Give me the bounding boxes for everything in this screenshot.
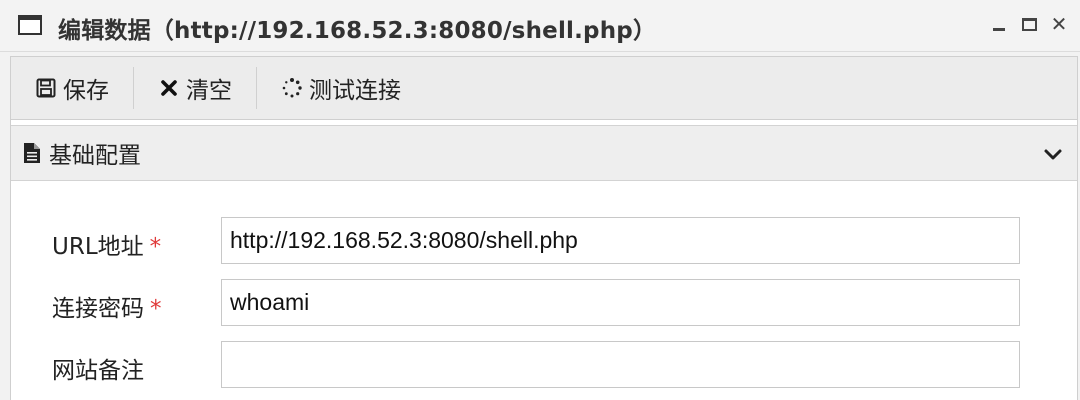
clear-label: 清空 — [186, 78, 232, 104]
note-label: 网站备注 — [52, 351, 144, 385]
save-label: 保存 — [63, 78, 109, 104]
spinner-icon — [281, 77, 303, 99]
maximize-button[interactable] — [1018, 10, 1040, 38]
required-mark: * — [150, 296, 162, 322]
chevron-down-icon[interactable] — [1043, 144, 1063, 164]
toolbar: 保存 清空 测试连接 — [11, 57, 1077, 120]
document-icon — [21, 142, 43, 164]
floppy-disk-icon — [35, 77, 57, 99]
password-input[interactable] — [221, 279, 1020, 326]
close-button[interactable]: ✕ — [1048, 10, 1070, 38]
url-label: URL地址 * — [52, 227, 161, 261]
edit-data-window: 编辑数据（http://192.168.52.3:8080/shell.php）… — [0, 0, 1080, 400]
window-controls: ✕ — [988, 10, 1070, 38]
test-connection-button[interactable]: 测试连接 — [257, 68, 425, 108]
title-bar[interactable]: 编辑数据（http://192.168.52.3:8080/shell.php）… — [0, 0, 1080, 52]
section-header-basic-config[interactable]: 基础配置 — [11, 125, 1077, 181]
url-input[interactable] — [221, 217, 1020, 264]
note-label-text: 网站备注 — [52, 358, 144, 384]
form-row-url: URL地址 * — [11, 217, 1077, 265]
url-label-text: URL地址 — [52, 234, 144, 260]
maximize-icon — [1021, 17, 1037, 31]
note-input[interactable] — [221, 341, 1020, 388]
minimize-button[interactable] — [988, 10, 1010, 38]
section-title-wrap: 基础配置 — [21, 136, 141, 170]
basic-config-form: URL地址* 连接密码* 网站备注 — [11, 182, 1077, 400]
password-label: 连接密码 * — [52, 289, 162, 323]
minimize-icon — [993, 27, 1005, 31]
content-frame: 保存 清空 测试连接 基础配置 URL地址 * http://192.168.5… — [10, 56, 1078, 400]
required-mark: * — [149, 234, 162, 260]
window-icon — [18, 15, 42, 35]
form-row-password: 连接密码 * — [11, 279, 1077, 327]
form-row-note: 网站备注 — [11, 341, 1077, 389]
window-title: 编辑数据（http://192.168.52.3:8080/shell.php） — [58, 18, 657, 44]
close-icon: ✕ — [1050, 12, 1068, 36]
clear-button[interactable]: 清空 — [134, 68, 256, 108]
x-mark-icon — [158, 77, 180, 99]
test-connection-label: 测试连接 — [309, 78, 401, 104]
password-label-text: 连接密码 — [52, 296, 144, 322]
section-title: 基础配置 — [49, 143, 141, 169]
save-button[interactable]: 保存 — [11, 68, 133, 108]
